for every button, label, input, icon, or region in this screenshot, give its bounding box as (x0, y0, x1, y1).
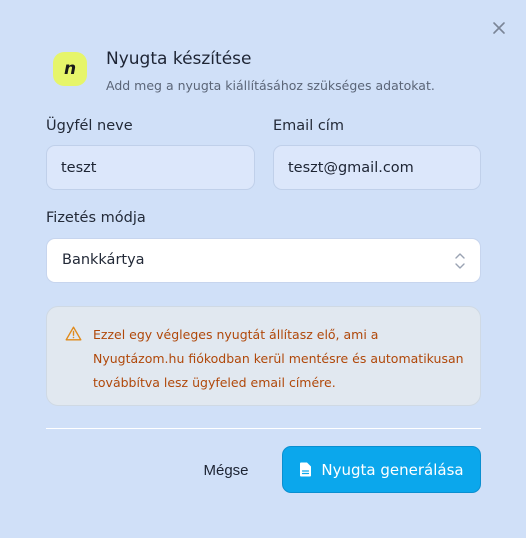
dialog-subtitle: Add meg a nyugta kiállításához szükséges… (106, 78, 435, 93)
close-button[interactable] (491, 20, 507, 36)
warning-text: Ezzel egy végleges nyugtát állítasz elő,… (93, 327, 464, 390)
document-icon (299, 462, 312, 477)
logo-letter: n (63, 58, 77, 79)
payment-method-select[interactable]: Bankkártya (46, 238, 481, 283)
payment-method-label: Fizetés módja (46, 210, 146, 226)
customer-name-input[interactable] (46, 145, 255, 190)
email-label: Email cím (273, 118, 344, 134)
generate-receipt-button[interactable]: Nyugta generálása (282, 446, 481, 493)
cancel-button[interactable]: Mégse (195, 450, 257, 490)
warning-alert: Ezzel egy végleges nyugtát állítasz elő,… (46, 306, 481, 406)
generate-receipt-label: Nyugta generálása (321, 460, 464, 479)
customer-name-label: Ügyfél neve (46, 118, 133, 134)
footer-divider (46, 428, 481, 429)
app-logo: n (53, 52, 87, 86)
close-icon (491, 20, 507, 36)
warning-icon (65, 326, 82, 345)
payment-method-value: Bankkártya (62, 252, 145, 268)
chevron-updown-icon (454, 251, 466, 275)
receipt-dialog: n Nyugta készítése Add meg a nyugta kiál… (0, 0, 526, 538)
dialog-title: Nyugta készítése (106, 49, 252, 69)
email-input[interactable] (273, 145, 481, 190)
